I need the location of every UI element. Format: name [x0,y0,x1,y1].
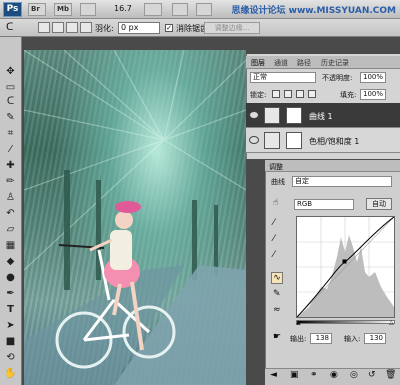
hand-zoom-button[interactable] [144,3,162,16]
lock-all-icon[interactable] [308,90,316,98]
screen-mode-button[interactable] [196,3,212,16]
hand-tool-icon[interactable]: ✋ [3,367,18,380]
white-point-eyedropper-icon[interactable]: ⁄ [273,250,275,260]
pen-tool-icon[interactable]: ✒ [3,287,18,300]
curves-histogram [297,217,394,317]
clip-layer-icon[interactable]: ⚭ [310,370,318,380]
fill-label: 填充: [340,91,357,99]
tab-channels[interactable]: 通道 [274,58,288,68]
photoshop-logo: Ps [3,2,22,17]
input-label: 输入: [344,335,361,343]
new-selection-icon[interactable] [38,22,50,33]
white-slider-icon[interactable]: △ [389,319,394,326]
black-slider-icon[interactable]: ▲ [296,319,301,326]
adjustment-thumb-icon [264,107,280,124]
expand-view-icon[interactable]: ▣ [290,370,299,380]
menu-bar: Ps Br Mb 16.7 思缘设计论坛 www.MISSYUAN.COM 图像… [0,0,400,19]
watermark-text: 思缘设计论坛 www.MISSYUAN.COM [231,6,396,16]
layer-mask-thumb [286,132,302,149]
clone-stamp-icon[interactable]: ♙ [3,191,18,204]
layer-row-curves[interactable]: 曲线 1 [246,103,400,128]
feather-input[interactable]: 0 px [118,22,160,34]
eraser-tool-icon[interactable]: ▱ [3,223,18,236]
target-adjust-icon[interactable]: ☝ [273,198,278,208]
layer-name-hue-saturation: 色相/饱和度 1 [309,137,360,146]
lasso-tool-icon[interactable]: ᑕ [6,22,13,33]
gray-point-eyedropper-icon[interactable]: ⁄ [273,234,275,244]
smooth-curve-icon[interactable]: ≈ [273,305,281,315]
view-previous-icon[interactable]: ◎ [350,370,358,380]
add-selection-icon[interactable] [52,22,64,33]
subtract-selection-icon[interactable] [66,22,78,33]
tab-history[interactable]: 历史记录 [321,58,349,68]
arrange-button[interactable] [172,3,188,16]
document-canvas[interactable] [24,50,246,385]
tab-paths[interactable]: 路径 [297,58,311,68]
lock-pixels-icon[interactable] [284,90,292,98]
back-arrow-icon[interactable]: ◄ [270,370,277,380]
auto-button[interactable]: 自动 [366,198,392,210]
move-tool-icon[interactable]: ✥ [3,65,18,78]
delete-icon[interactable]: 🗑 [385,370,396,380]
healing-brush-icon[interactable]: ✚ [3,159,18,172]
lock-label: 锁定: [250,91,267,99]
reset-icon[interactable]: ↺ [368,370,376,380]
blur-tool-icon[interactable]: ◆ [3,255,18,268]
history-brush-icon[interactable]: ↶ [3,207,18,220]
adjustments-header [265,160,400,172]
fill-field[interactable]: 100% [360,89,386,100]
blend-mode-select[interactable]: 正常 [250,72,316,83]
adjustments-title[interactable]: 调整 [269,162,283,172]
view-extras-button[interactable] [80,3,96,16]
opacity-label: 不透明度: [322,74,353,82]
input-field[interactable]: 130 [364,333,386,344]
intersect-selection-icon[interactable] [80,22,92,33]
preset-select[interactable]: 自定 [292,176,392,187]
channel-select[interactable]: RGB [294,199,354,210]
refine-edge-button[interactable]: 调整边缘... [204,22,260,34]
curves-graph[interactable] [296,216,395,318]
draw-curve-icon[interactable]: ✎ [273,289,281,299]
toolbox: ✥ ▭ ᑕ ✎ ⌗ ⁄ ✚ ✏ ♙ ↶ ▱ ▦ ◆ ● ✒ T ➤ ■ ⟲ ✋ [0,37,22,385]
input-gradient-bar [296,320,395,324]
minibridge-label: Mb [57,5,69,13]
type-tool-icon[interactable]: T [3,303,18,316]
feather-label: 羽化: [95,24,114,33]
curves-type-label: 曲线 [271,178,285,186]
bridge-button[interactable]: Br [28,3,46,16]
eyedropper-icon[interactable]: ⁄ [3,143,18,156]
output-label: 输出: [290,335,307,343]
layer-mask-thumb [286,107,302,124]
layer-row-hue-saturation[interactable]: 色相/饱和度 1 [246,128,400,153]
opacity-field[interactable]: 100% [360,72,386,83]
path-select-icon[interactable]: ➤ [3,319,18,332]
adjustment-thumb-icon [264,132,280,149]
lock-transparent-icon[interactable] [272,90,280,98]
shape-tool-icon[interactable]: ■ [3,335,18,348]
gradient-tool-icon[interactable]: ▦ [3,239,18,252]
toggle-visibility-icon[interactable]: ◉ [330,370,338,380]
lasso-tool-icon[interactable]: ᑕ [3,95,18,108]
dodge-tool-icon[interactable]: ● [3,271,18,284]
quick-select-icon[interactable]: ✎ [3,111,18,124]
zoom-level[interactable]: 16.7 [114,4,132,13]
3d-rotate-icon[interactable]: ⟲ [3,351,18,364]
edit-points-icon[interactable]: ∿ [271,272,283,284]
brush-tool-icon[interactable]: ✏ [3,175,18,188]
antialias-checkbox[interactable]: ✓ [165,24,173,32]
crop-tool-icon[interactable]: ⌗ [3,127,18,140]
visibility-eye-icon[interactable] [249,136,259,144]
lock-position-icon[interactable] [296,90,304,98]
black-point-eyedropper-icon[interactable]: ⁄ [273,218,275,228]
layer-name-curves: 曲线 1 [309,112,333,121]
tab-layers[interactable]: 图层 [251,58,265,68]
visibility-eye-icon[interactable] [249,111,259,119]
minibridge-button[interactable]: Mb [54,3,72,16]
bridge-label: Br [31,5,40,13]
options-bar: ᑕ 羽化: 0 px ✓ 消除锯齿 调整边缘... [0,19,400,37]
photo-image [24,50,246,385]
hand-adjust-icon[interactable]: ☛ [273,332,281,342]
output-field[interactable]: 138 [310,333,332,344]
marquee-tool-icon[interactable]: ▭ [3,81,18,94]
